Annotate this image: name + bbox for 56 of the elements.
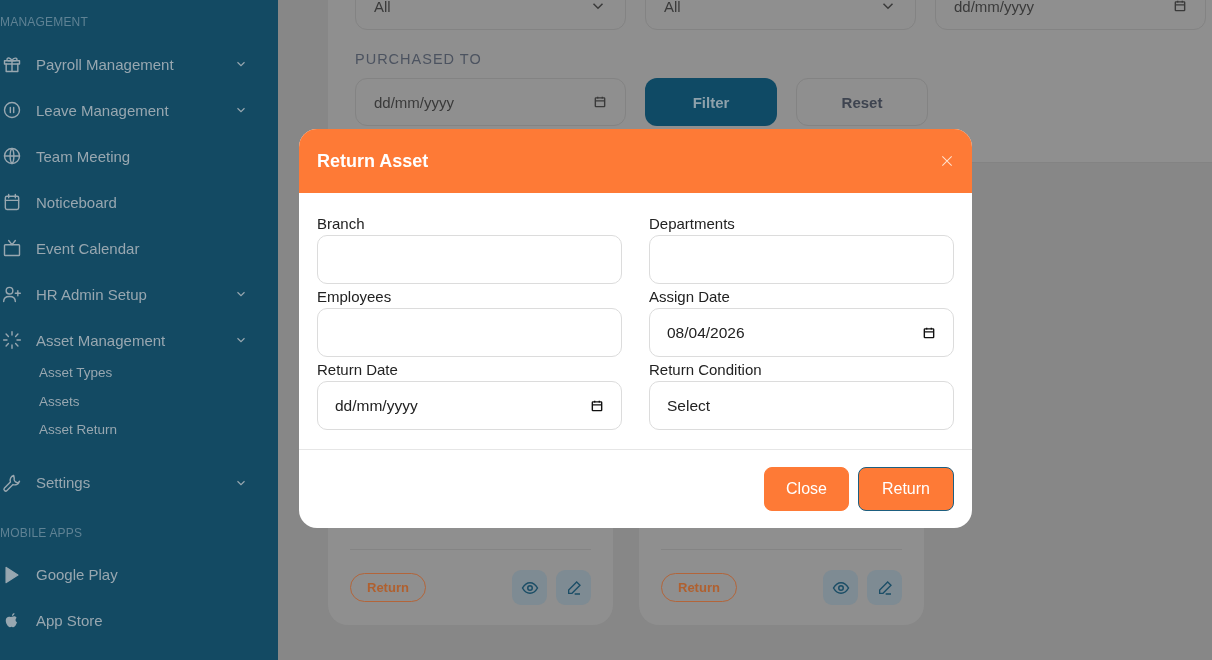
sidebar-item[interactable]: Settings [0,459,278,506]
user-plus-icon [2,284,22,304]
gift-icon [2,54,22,74]
view-button[interactable] [512,570,547,605]
sidebar-item[interactable]: Payroll Management [0,41,278,87]
submenu-item[interactable]: Asset Types [39,363,278,392]
calendar-icon [922,325,936,340]
edit-button[interactable] [867,570,902,605]
close-icon[interactable] [939,153,955,169]
sidebar-item[interactable]: Event Calendar [0,225,278,271]
pencil-icon [565,579,582,596]
select-field[interactable]: All [355,0,626,30]
tv-icon [2,238,22,258]
reset-button[interactable]: Reset [796,78,928,126]
input-field[interactable] [317,235,622,284]
select-field[interactable]: All [645,0,916,30]
sidebar-item[interactable]: Asset Management [0,317,278,363]
sidebar-item[interactable]: Team Meeting [0,133,278,179]
close-button[interactable]: Close [764,467,849,511]
field-label: Return Condition [649,360,763,380]
filter-button[interactable]: Filter [645,78,777,126]
sidebar-item[interactable]: App Store [0,597,278,644]
calendar-icon [593,95,607,109]
submenu-item[interactable]: Asset Return [39,420,278,449]
date-field[interactable]: dd/mm/yyyy [935,0,1206,30]
field-label: Employees [317,287,393,307]
field-label: Return Date [317,360,399,380]
sidebar-item[interactable]: Google Play [0,551,278,598]
calendar-icon [590,398,604,413]
date-field[interactable]: dd/mm/yyyy [317,381,622,430]
date-field[interactable]: dd/mm/yyyy [355,78,626,126]
field-label: PURCHASED TO [355,51,483,67]
dialog-title: Return Asset [317,150,429,172]
select-field[interactable]: Select [649,381,954,430]
date-field[interactable]: 08/04/2026 [649,308,954,357]
field-label: Branch [317,214,366,234]
view-button[interactable] [823,570,858,605]
section-heading: MANAGEMENT [0,15,89,31]
pause-icon [2,100,22,120]
wrench-icon [2,472,22,493]
section-heading: MOBILE APPS [0,525,84,542]
return-button[interactable]: Return [857,467,954,511]
sidebar-item[interactable]: HR Admin Setup [0,271,278,317]
field-label: Assign Date [649,287,731,307]
loader-icon [2,330,22,350]
field-label: Departments [649,214,736,234]
input-field[interactable] [317,308,622,357]
calendar-icon [1173,0,1187,13]
input-field[interactable] [649,235,954,284]
pencil-icon [876,579,893,596]
calendar-icon [2,192,22,212]
submenu-item[interactable]: Assets [39,391,278,420]
globe-icon [2,146,22,166]
sidebar-item[interactable]: Leave Management [0,87,278,133]
edit-button[interactable] [556,570,591,605]
sidebar-item[interactable]: Noticeboard [0,179,278,225]
